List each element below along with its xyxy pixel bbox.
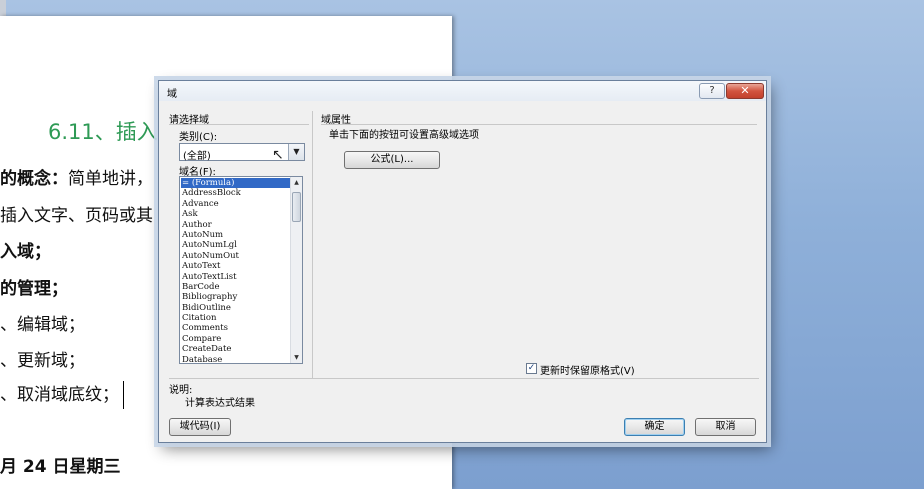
vertical-divider xyxy=(312,111,313,379)
doc-line-6: 、更新域； xyxy=(0,346,85,371)
field-list-item[interactable]: AutoTextList xyxy=(181,272,291,282)
doc-line-8-bold: 月 24 日星期三 xyxy=(0,457,121,477)
scroll-up-icon[interactable]: ▲ xyxy=(291,177,302,188)
formula-button[interactable]: 公式(L)... xyxy=(344,151,440,169)
help-button[interactable]: ? xyxy=(699,83,725,99)
field-list-item[interactable]: AutoNumOut xyxy=(181,251,291,261)
doc-line-5: 、编辑域； xyxy=(0,310,85,335)
field-list-item[interactable]: Citation xyxy=(181,313,291,323)
field-names-list[interactable]: = (Formula) AddressBlock Advance Ask Author A… xyxy=(179,176,303,364)
preserve-format-checkbox[interactable]: ✓ xyxy=(526,363,537,374)
field-list-item[interactable]: AutoNum xyxy=(181,230,291,240)
dialog-titlebar[interactable]: 域 ? ✕ xyxy=(159,81,766,101)
mouse-pointer-icon: ↖ xyxy=(272,147,284,163)
field-list-item[interactable]: AddressBlock xyxy=(181,188,291,198)
doc-line-2: 插入文字、页码或其 xyxy=(0,201,153,226)
doc-line-3-bold: 入域； xyxy=(0,242,51,262)
field-list-items: = (Formula) AddressBlock Advance Ask Author A… xyxy=(181,178,291,363)
category-label: 类别(C): xyxy=(179,132,218,143)
doc-line-3: 入域； xyxy=(0,237,51,262)
doc-line-5-text: 、编辑域； xyxy=(0,315,85,335)
field-dialog: 域 ? ✕ 请选择域 类别(C): (全部) ▼ ↖ 域名(F): = (For… xyxy=(158,80,767,443)
field-list-item[interactable]: BarCode xyxy=(181,282,291,292)
field-list-item[interactable]: Comments xyxy=(181,323,291,333)
doc-line-7-text: 、取消域底纹； xyxy=(0,385,119,405)
field-list-item[interactable]: Database xyxy=(181,355,291,363)
document-heading: 6.11、插入 xyxy=(48,120,158,144)
bottom-divider xyxy=(169,378,759,379)
doc-line-1: 的概念：简单地讲， xyxy=(0,164,153,189)
list-scrollbar[interactable]: ▲ ▼ xyxy=(290,177,302,363)
dropdown-arrow-icon[interactable]: ▼ xyxy=(288,144,304,160)
field-list-item[interactable]: = (Formula) xyxy=(181,178,291,189)
scroll-down-icon[interactable]: ▼ xyxy=(291,352,302,363)
field-list-item[interactable]: CreateDate xyxy=(181,344,291,354)
field-list-item[interactable]: AutoNumLgl xyxy=(181,240,291,250)
choose-field-divider xyxy=(169,124,309,125)
doc-line-1-text: 简单地讲， xyxy=(68,169,153,189)
field-list-item[interactable]: Author xyxy=(181,220,291,230)
field-list-item[interactable]: BidiOutline xyxy=(181,303,291,313)
doc-line-8: 月 24 日星期三 xyxy=(0,452,121,477)
field-list-item[interactable]: Ask xyxy=(181,209,291,219)
doc-line-6-text: 、更新域； xyxy=(0,351,85,371)
doc-line-4: 的管理； xyxy=(0,274,68,299)
text-cursor xyxy=(123,381,124,409)
category-value: (全部) xyxy=(183,151,211,162)
close-button[interactable]: ✕ xyxy=(726,83,764,99)
scroll-thumb[interactable] xyxy=(292,192,301,222)
field-properties-hint: 单击下面的按钮可设置高级域选项 xyxy=(329,130,479,141)
ok-button[interactable]: 确定 xyxy=(624,418,685,436)
field-list-item[interactable]: Advance xyxy=(181,199,291,209)
field-properties-divider xyxy=(321,124,757,125)
description-text: 计算表达式结果 xyxy=(185,398,255,409)
field-list-item[interactable]: Bibliography xyxy=(181,292,291,302)
field-list-item[interactable]: AutoText xyxy=(181,261,291,271)
category-dropdown[interactable]: (全部) ▼ xyxy=(179,143,305,162)
preserve-format-label: 更新时保留原格式(V) xyxy=(540,366,635,377)
dialog-title: 域 xyxy=(167,89,177,100)
doc-line-7: 、取消域底纹； xyxy=(0,380,124,409)
doc-line-4-bold: 的管理； xyxy=(0,279,68,299)
field-codes-button[interactable]: 域代码(I) xyxy=(169,418,231,436)
cancel-button[interactable]: 取消 xyxy=(695,418,756,436)
doc-line-1-bold: 的概念： xyxy=(0,169,68,189)
doc-line-2-text: 插入文字、页码或其 xyxy=(0,206,153,226)
field-list-item[interactable]: Compare xyxy=(181,334,291,344)
